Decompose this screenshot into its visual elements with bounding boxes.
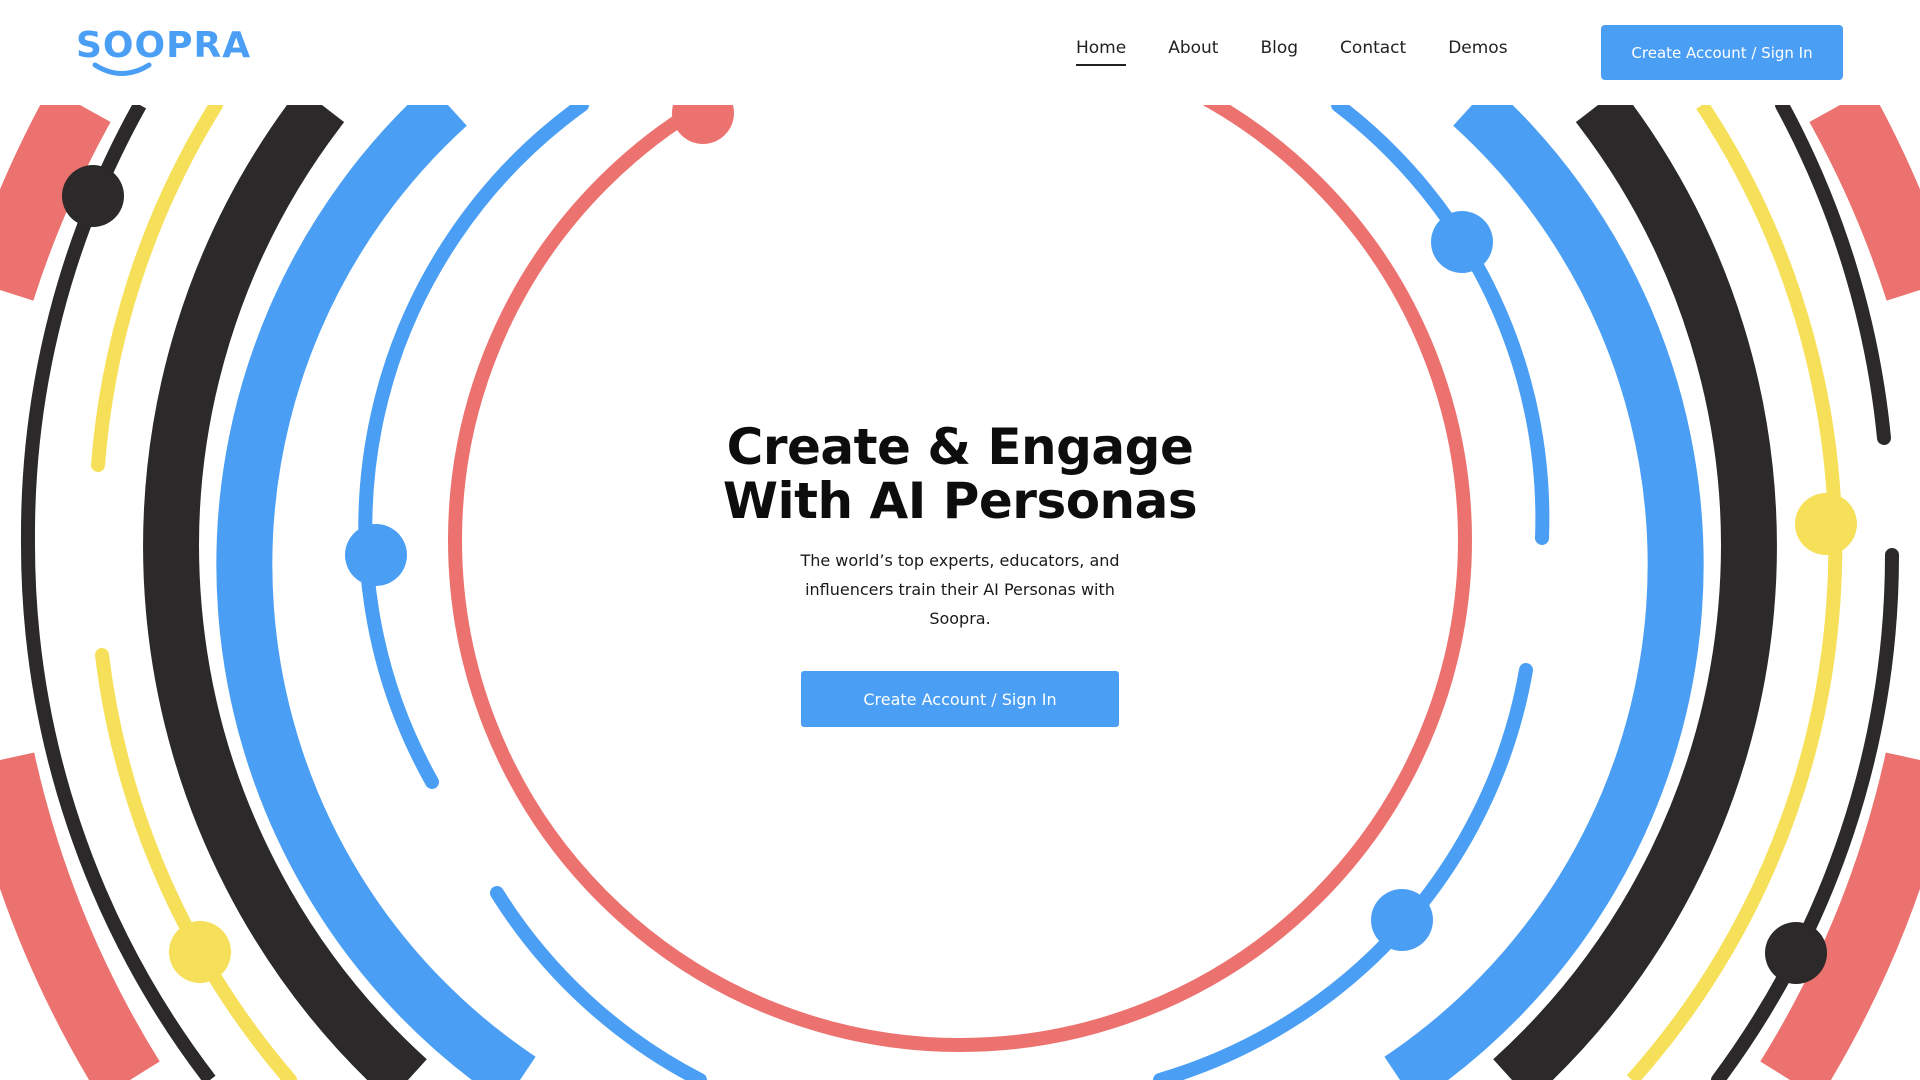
blue-dot-top-right: [1431, 211, 1493, 273]
yellow-dot-left: [169, 921, 231, 983]
hero-title: Create & Engage With AI Personas: [660, 420, 1260, 528]
site-header: SOOPRA Home About Blog Contact Demos Cre…: [0, 0, 1920, 105]
hero-title-line-2: With AI Personas: [722, 472, 1198, 530]
page: SOOPRA Home About Blog Contact Demos Cre…: [0, 0, 1920, 1080]
blue-dot-bottom-right: [1371, 889, 1433, 951]
logo-text: SOOPRA: [76, 25, 252, 66]
logo[interactable]: SOOPRA: [76, 22, 250, 78]
smile-icon: [92, 62, 152, 76]
nav-home[interactable]: Home: [1076, 38, 1127, 66]
nav-demos[interactable]: Demos: [1448, 38, 1507, 66]
charcoal-dot-top-left: [62, 165, 124, 227]
hero-content: Create & Engage With AI Personas The wor…: [660, 420, 1260, 727]
blue-dot-left: [345, 524, 407, 586]
nav-blog[interactable]: Blog: [1260, 38, 1298, 66]
hero-title-line-1: Create & Engage: [726, 418, 1194, 476]
yellow-dot-right: [1795, 493, 1857, 555]
coral-dot: [672, 105, 734, 144]
nav-about[interactable]: About: [1168, 38, 1218, 66]
charcoal-dot-bottom-right: [1765, 922, 1827, 984]
header-create-account-button[interactable]: Create Account / Sign In: [1601, 25, 1843, 80]
nav-contact[interactable]: Contact: [1340, 38, 1406, 66]
hero-create-account-button[interactable]: Create Account / Sign In: [801, 671, 1119, 727]
hero-subtitle: The world’s top experts, educators, and …: [800, 551, 1120, 628]
main-nav: Home About Blog Contact Demos: [1076, 38, 1550, 66]
